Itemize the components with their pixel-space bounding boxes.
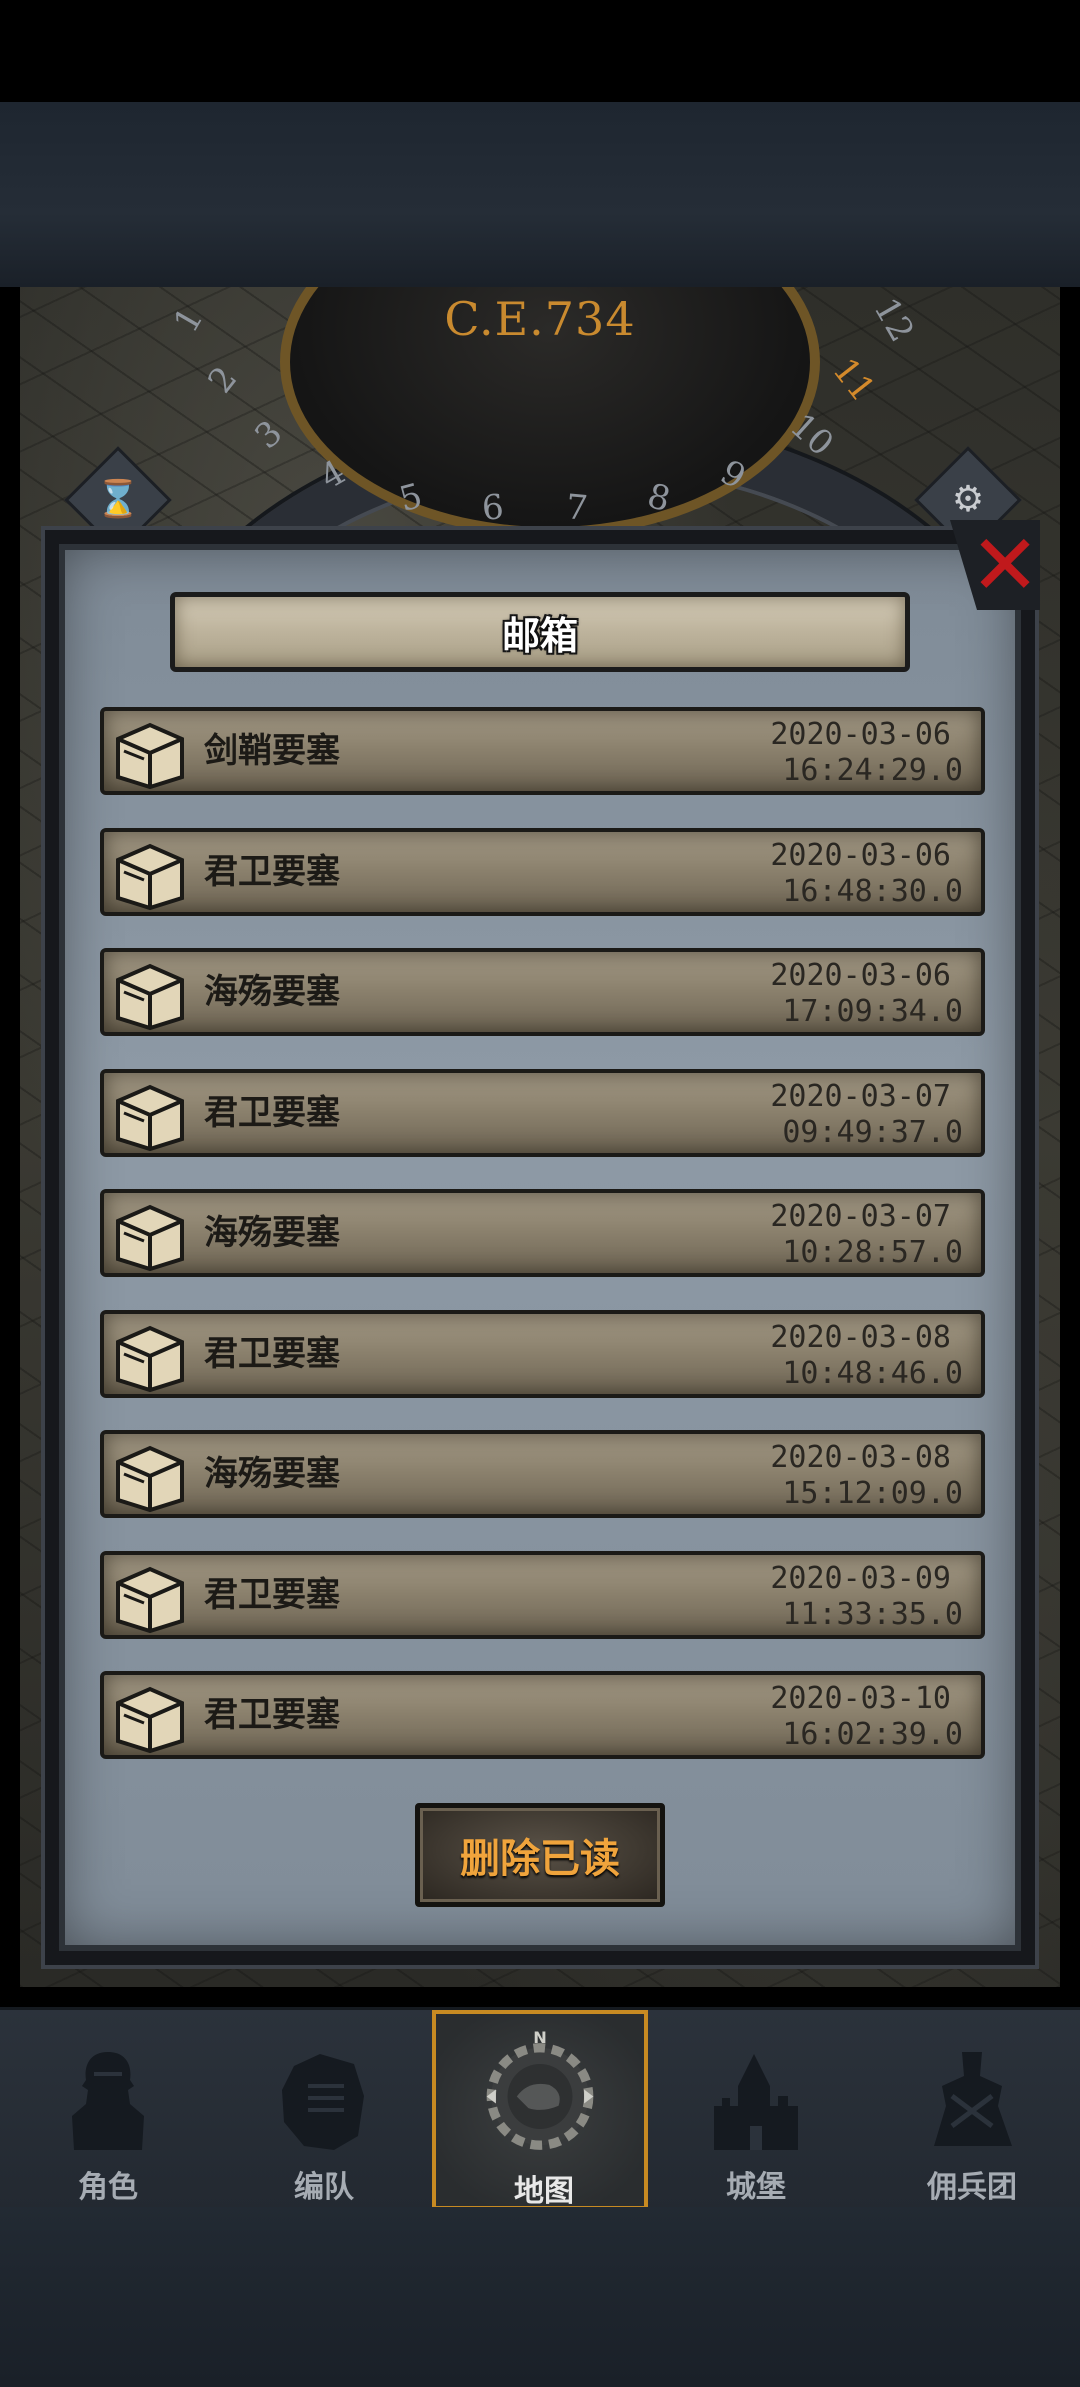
nav-label-map: 地图 bbox=[514, 2174, 574, 2209]
treasure-chest-icon bbox=[116, 843, 184, 911]
mail-sender: 剑鞘要塞 bbox=[204, 731, 340, 771]
status-bar bbox=[0, 0, 1080, 102]
castle-icon bbox=[714, 2054, 798, 2150]
treasure-chest-icon bbox=[116, 1445, 184, 1513]
mail-sender: 君卫要塞 bbox=[204, 1334, 340, 1374]
mail-date: 2020-03-06 bbox=[770, 958, 951, 993]
mail-date: 2020-03-07 bbox=[770, 1199, 951, 1234]
mail-time: 16:48:30.0 bbox=[782, 874, 963, 909]
mail-sender: 海殇要塞 bbox=[204, 972, 340, 1012]
nav-label-character: 角色 bbox=[78, 2170, 138, 2205]
bottom-nav: 角色 编队 N 地图 城堡 佣兵团 bbox=[0, 2007, 1080, 2210]
nav-item-mercenary[interactable]: 佣兵团 bbox=[864, 2010, 1080, 2210]
compass-map-icon: N bbox=[486, 2028, 594, 2150]
dial-month-7[interactable]: 7 bbox=[564, 487, 589, 529]
compass-north-label: N bbox=[533, 2028, 547, 2047]
top-header-band bbox=[0, 102, 1080, 287]
mail-date: 2020-03-06 bbox=[770, 838, 951, 873]
treasure-chest-icon bbox=[116, 1325, 184, 1393]
mercenary-banner-icon bbox=[934, 2052, 1012, 2146]
close-x-icon: ✕ bbox=[969, 516, 1041, 614]
mailbox-title: 邮箱 bbox=[501, 613, 578, 658]
mail-time: 11:33:35.0 bbox=[782, 1597, 963, 1632]
mail-sender: 君卫要塞 bbox=[204, 1695, 340, 1735]
mailbox-title-banner: 邮箱 bbox=[170, 592, 910, 672]
nav-label-castle: 城堡 bbox=[726, 2170, 786, 2205]
mail-item[interactable]: 君卫要塞 2020-03-08 10:48:46.0 bbox=[100, 1310, 985, 1398]
mail-date: 2020-03-09 bbox=[770, 1561, 951, 1596]
treasure-chest-icon bbox=[116, 963, 184, 1031]
treasure-chest-icon bbox=[116, 1566, 184, 1634]
mail-time: 10:28:57.0 bbox=[782, 1235, 963, 1270]
squad-helmet-icon bbox=[282, 2054, 364, 2150]
delete-read-label: 删除已读 bbox=[460, 1836, 620, 1882]
treasure-chest-icon bbox=[116, 1204, 184, 1272]
knight-icon bbox=[72, 2052, 144, 2150]
mail-item[interactable]: 海殇要塞 2020-03-07 10:28:57.0 bbox=[100, 1189, 985, 1277]
mail-time: 09:49:37.0 bbox=[782, 1115, 963, 1150]
mail-time: 17:09:34.0 bbox=[782, 994, 963, 1029]
mail-sender: 君卫要塞 bbox=[204, 852, 340, 892]
mail-sender: 君卫要塞 bbox=[204, 1093, 340, 1133]
treasure-chest-icon bbox=[116, 1686, 184, 1754]
mail-date: 2020-03-10 bbox=[770, 1681, 951, 1716]
mail-item[interactable]: 君卫要塞 2020-03-07 09:49:37.0 bbox=[100, 1069, 985, 1157]
nav-item-squad[interactable]: 编队 bbox=[216, 2010, 432, 2210]
hourglass-icon: ⌛ bbox=[95, 479, 141, 520]
nav-item-character[interactable]: 角色 bbox=[0, 2010, 216, 2210]
mail-sender: 海殇要塞 bbox=[204, 1454, 340, 1494]
delete-read-button[interactable]: 删除已读 bbox=[415, 1803, 665, 1907]
mail-time: 16:24:29.0 bbox=[782, 753, 963, 788]
nav-label-squad: 编队 bbox=[294, 2170, 354, 2205]
mail-item[interactable]: 君卫要塞 2020-03-06 16:48:30.0 bbox=[100, 828, 985, 916]
mail-time: 16:02:39.0 bbox=[782, 1717, 963, 1752]
mail-item[interactable]: 海殇要塞 2020-03-08 15:12:09.0 bbox=[100, 1430, 985, 1518]
nav-item-map[interactable]: N 地图 bbox=[432, 2010, 648, 2210]
dial-month-6[interactable]: 6 bbox=[480, 487, 505, 529]
mail-sender: 君卫要塞 bbox=[204, 1575, 340, 1615]
mail-date: 2020-03-08 bbox=[770, 1440, 951, 1475]
mail-sender: 海殇要塞 bbox=[204, 1213, 340, 1253]
mail-date: 2020-03-06 bbox=[770, 717, 951, 752]
nav-label-mercenary: 佣兵团 bbox=[927, 2170, 1017, 2205]
mail-item[interactable]: 海殇要塞 2020-03-06 17:09:34.0 bbox=[100, 948, 985, 1036]
nav-item-castle[interactable]: 城堡 bbox=[648, 2010, 864, 2210]
mail-date: 2020-03-08 bbox=[770, 1320, 951, 1355]
mail-time: 15:12:09.0 bbox=[782, 1476, 963, 1511]
bottom-band bbox=[0, 2207, 1080, 2387]
mail-item[interactable]: 君卫要塞 2020-03-10 16:02:39.0 bbox=[100, 1671, 985, 1759]
treasure-chest-icon bbox=[116, 722, 184, 790]
mail-date: 2020-03-07 bbox=[770, 1079, 951, 1114]
mail-time: 10:48:46.0 bbox=[782, 1356, 963, 1391]
year-display: C.E.734 bbox=[444, 292, 636, 346]
mail-item[interactable]: 剑鞘要塞 2020-03-06 16:24:29.0 bbox=[100, 707, 985, 795]
treasure-chest-icon bbox=[116, 1084, 184, 1152]
mail-item[interactable]: 君卫要塞 2020-03-09 11:33:35.0 bbox=[100, 1551, 985, 1639]
